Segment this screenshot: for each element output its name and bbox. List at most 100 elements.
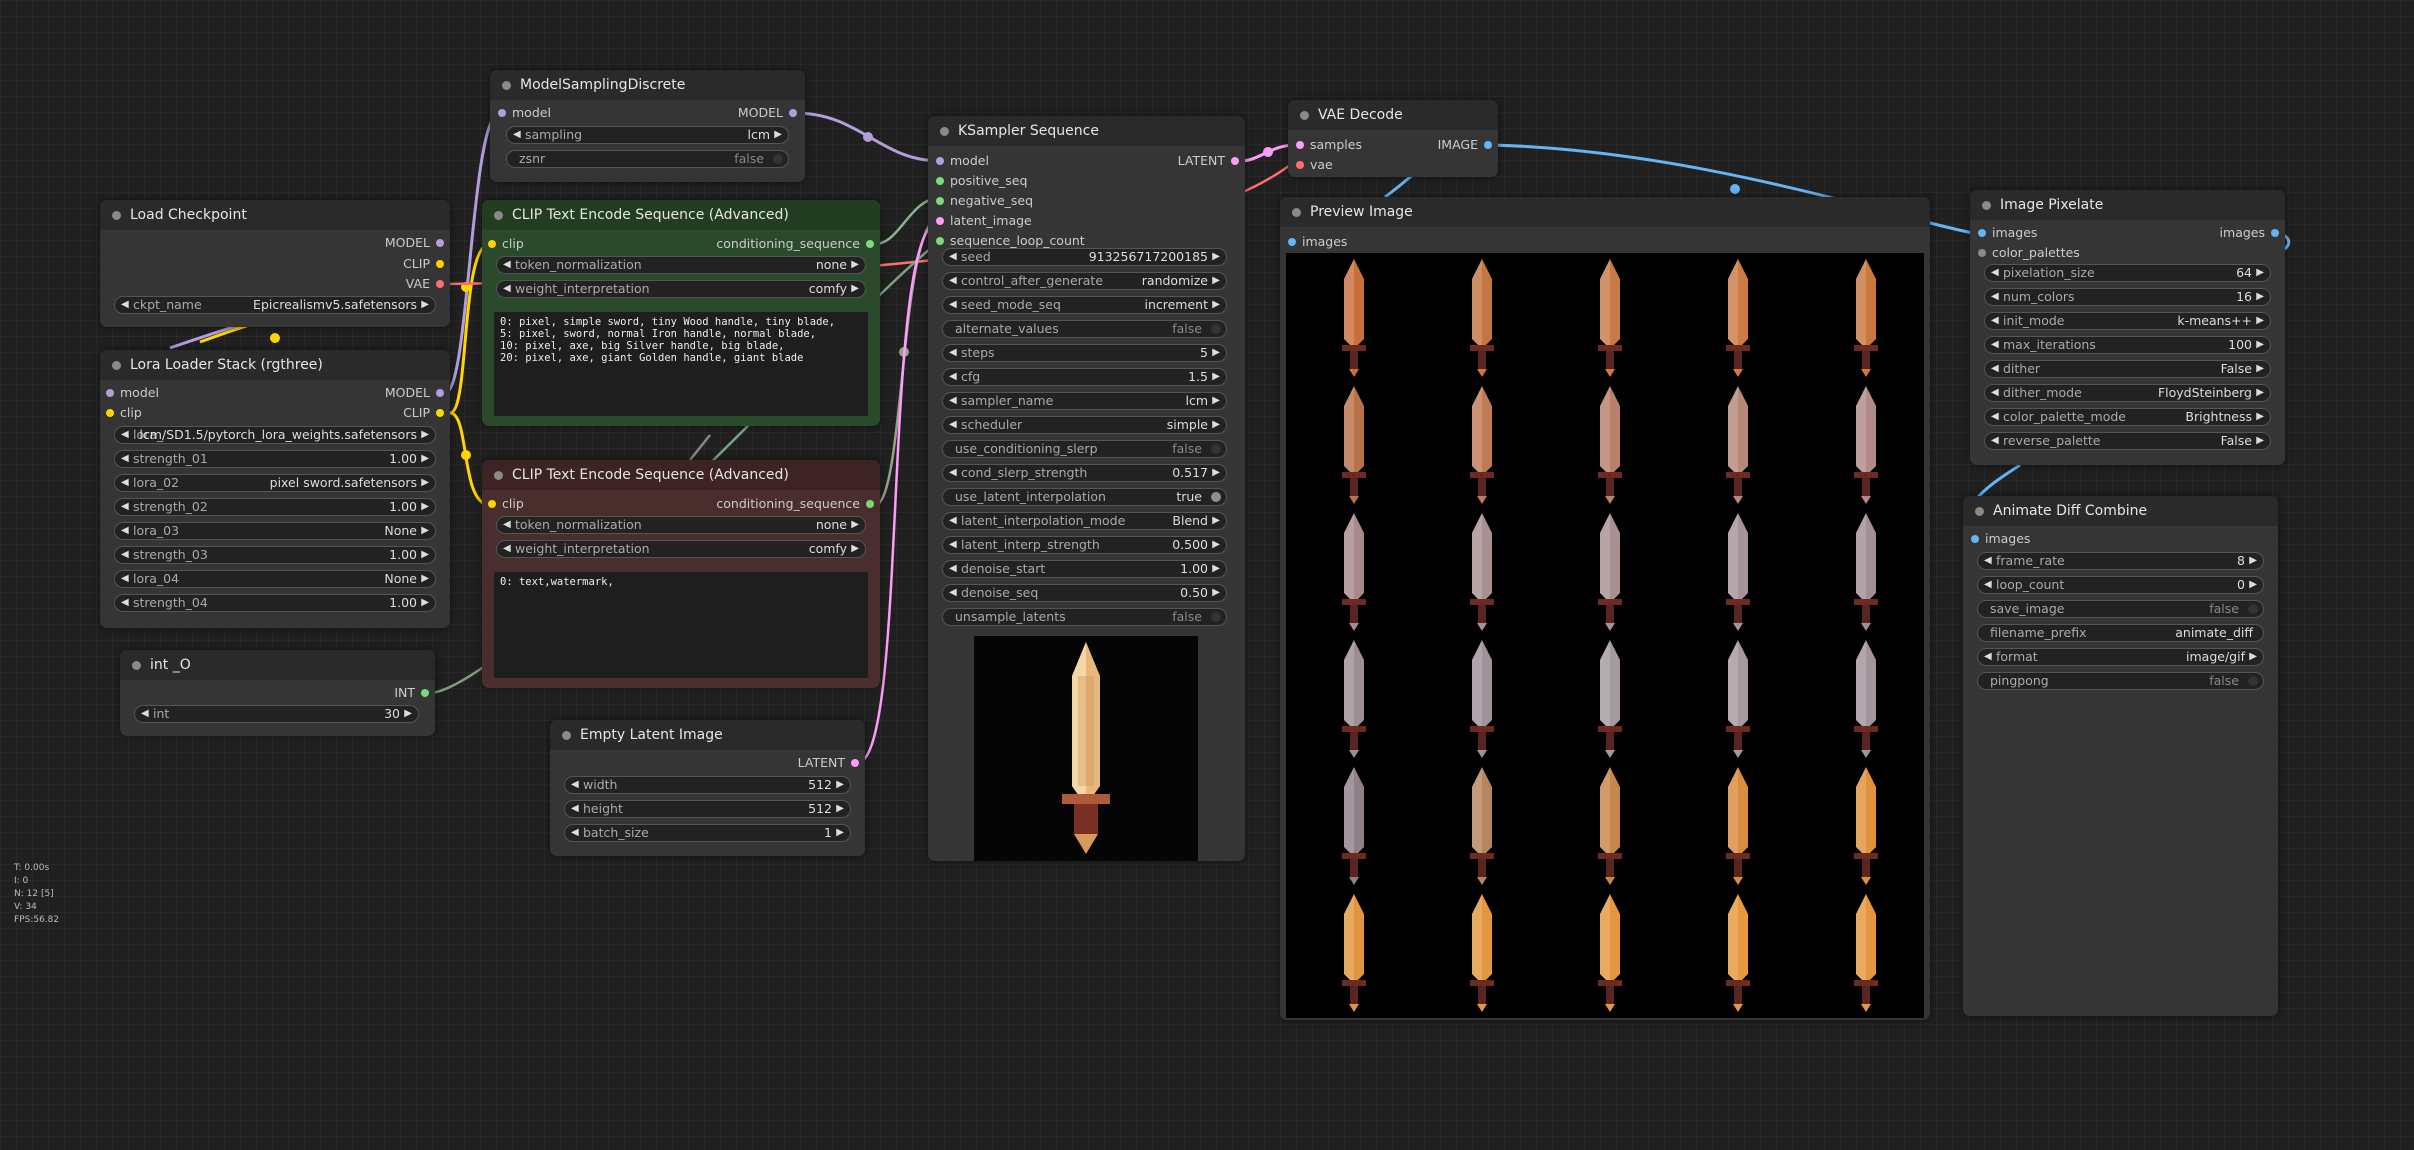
output-clip[interactable]: CLIP — [403, 404, 446, 422]
strength-02-number[interactable]: ◀ strength_02 1.00 ▶ — [114, 498, 436, 516]
input-model[interactable]: model — [496, 104, 551, 122]
max-iterations-widget[interactable]: ◀ max_iterations 100 ▶ — [1984, 336, 2271, 354]
pingpong-toggle[interactable]: pingpong false — [1977, 672, 2264, 690]
decrement-arrow-icon[interactable]: ◀ — [1984, 649, 1992, 665]
vae-decode-node[interactable]: VAE Decode samples vae IMAGE — [1288, 100, 1498, 177]
input-images[interactable]: images — [1976, 224, 2037, 242]
height-number[interactable]: ◀ height 512 ▶ — [564, 800, 851, 818]
output-model[interactable]: MODEL — [738, 104, 799, 122]
sword-thumbnail[interactable] — [1334, 384, 1374, 504]
decrement-arrow-icon[interactable]: ◀ — [949, 249, 957, 265]
sword-thumbnail[interactable] — [1846, 511, 1886, 631]
input-color-palettes[interactable]: color_palettes — [1976, 244, 2080, 262]
input-model[interactable]: model — [104, 384, 159, 402]
output-latent[interactable]: LATENT — [1178, 152, 1241, 170]
increment-arrow-icon[interactable]: ▶ — [2256, 433, 2264, 449]
increment-arrow-icon[interactable]: ▶ — [1212, 585, 1220, 601]
int-number[interactable]: ◀ int 30 ▶ — [134, 705, 419, 723]
lora-03-combo[interactable]: ◀ lora_03 None ▶ — [114, 522, 436, 540]
input-images[interactable]: images — [1286, 233, 1347, 251]
image-batch-grid[interactable] — [1286, 253, 1924, 1018]
decrement-arrow-icon[interactable]: ◀ — [949, 369, 957, 385]
sword-thumbnail[interactable] — [1718, 384, 1758, 504]
node-title[interactable]: Preview Image — [1280, 197, 1930, 227]
sword-thumbnail[interactable] — [1462, 511, 1502, 631]
increment-arrow-icon[interactable]: ▶ — [1212, 297, 1220, 313]
sword-thumbnail[interactable] — [1334, 257, 1374, 377]
sword-thumbnail[interactable] — [1718, 511, 1758, 631]
sword-thumbnail[interactable] — [1846, 765, 1886, 885]
decrement-arrow-icon[interactable]: ◀ — [949, 585, 957, 601]
decrement-arrow-icon[interactable]: ◀ — [1991, 313, 1999, 329]
alternate-values-toggle[interactable]: alternate_values false — [942, 320, 1227, 338]
steps-widget[interactable]: ◀ steps 5 ▶ — [942, 344, 1227, 362]
increment-arrow-icon[interactable]: ▶ — [2256, 385, 2264, 401]
prompt-textarea[interactable]: 0: pixel, simple sword, tiny Wood handle… — [494, 312, 868, 416]
sword-thumbnail[interactable] — [1846, 384, 1886, 504]
use-latent-interpolation-toggle[interactable]: use_latent_interpolation true — [942, 488, 1227, 506]
increment-arrow-icon[interactable]: ▶ — [1212, 345, 1220, 361]
sword-thumbnail[interactable] — [1718, 765, 1758, 885]
increment-arrow-icon[interactable]: ▶ — [1212, 369, 1220, 385]
sword-thumbnail[interactable] — [1718, 638, 1758, 758]
strength-01-number[interactable]: ◀ strength_01 1.00 ▶ — [114, 450, 436, 468]
lora-02-combo[interactable]: ◀ lora_02 pixel sword.safetensors ▶ — [114, 474, 436, 492]
input-images[interactable]: images — [1969, 530, 2030, 548]
sword-thumbnail[interactable] — [1462, 765, 1502, 885]
increment-arrow-icon[interactable]: ▶ — [2249, 577, 2257, 593]
decrement-arrow-icon[interactable]: ◀ — [1984, 577, 1992, 593]
sword-thumbnail[interactable] — [1334, 511, 1374, 631]
decrement-arrow-icon[interactable]: ◀ — [1991, 289, 1999, 305]
increment-arrow-icon[interactable]: ▶ — [2256, 409, 2264, 425]
lora-04-combo[interactable]: ◀ lora_04 None ▶ — [114, 570, 436, 588]
input-positive-seq[interactable]: positive_seq — [934, 172, 1027, 190]
sword-thumbnail[interactable] — [1590, 892, 1630, 1012]
latent-interpolation-mode-widget[interactable]: ◀ latent_interpolation_mode Blend ▶ — [942, 512, 1227, 530]
latent-interp-strength-widget[interactable]: ◀ latent_interp_strength 0.500 ▶ — [942, 536, 1227, 554]
decrement-arrow-icon[interactable]: ◀ — [1991, 361, 1999, 377]
token-normalization-combo[interactable]: ◀ token_normalization none ▶ — [496, 516, 866, 534]
save-image-toggle[interactable]: save_image false — [1977, 600, 2264, 618]
sword-thumbnail[interactable] — [1462, 638, 1502, 758]
sword-thumbnail[interactable] — [1846, 892, 1886, 1012]
output-model[interactable]: MODEL — [385, 234, 446, 252]
clip-text-encode-positive-node[interactable]: CLIP Text Encode Sequence (Advanced) cli… — [482, 200, 880, 426]
increment-arrow-icon[interactable]: ▶ — [1212, 273, 1220, 289]
decrement-arrow-icon[interactable]: ◀ — [1991, 433, 1999, 449]
dither-widget[interactable]: ◀ dither False ▶ — [1984, 360, 2271, 378]
sword-thumbnail[interactable] — [1334, 892, 1374, 1012]
increment-arrow-icon[interactable]: ▶ — [2249, 553, 2257, 569]
node-title[interactable]: KSampler Sequence — [928, 116, 1245, 146]
ksampler-sequence-node[interactable]: KSampler Sequence model positive_seq neg… — [928, 116, 1245, 861]
use-conditioning-slerp-toggle[interactable]: use_conditioning_slerp false — [942, 440, 1227, 458]
increment-arrow-icon[interactable]: ▶ — [1212, 465, 1220, 481]
node-title[interactable]: CLIP Text Encode Sequence (Advanced) — [482, 200, 880, 230]
node-title[interactable]: Lora Loader Stack (rgthree) — [100, 350, 450, 380]
output-model[interactable]: MODEL — [385, 384, 446, 402]
decrement-arrow-icon[interactable]: ◀ — [949, 561, 957, 577]
format-widget[interactable]: ◀ format image/gif ▶ — [1977, 648, 2264, 666]
increment-arrow-icon[interactable]: ▶ — [1212, 249, 1220, 265]
increment-arrow-icon[interactable]: ▶ — [1212, 417, 1220, 433]
decrement-arrow-icon[interactable]: ◀ — [949, 465, 957, 481]
node-title[interactable]: Load Checkpoint — [100, 200, 450, 230]
clip-text-encode-negative-node[interactable]: CLIP Text Encode Sequence (Advanced) cli… — [482, 460, 880, 688]
unsample-latents-toggle[interactable]: unsample_latents false — [942, 608, 1227, 626]
increment-arrow-icon[interactable]: ▶ — [2256, 265, 2264, 281]
sword-thumbnail[interactable] — [1462, 257, 1502, 377]
scheduler-widget[interactable]: ◀ scheduler simple ▶ — [942, 416, 1227, 434]
increment-arrow-icon[interactable]: ▶ — [2256, 361, 2264, 377]
sword-thumbnail[interactable] — [1590, 257, 1630, 377]
sword-thumbnail[interactable] — [1846, 257, 1886, 377]
sword-thumbnail[interactable] — [1590, 765, 1630, 885]
output-latent[interactable]: LATENT — [798, 754, 861, 772]
int-primitive-node[interactable]: int _O INT ◀ int 30 ▶ — [120, 650, 435, 736]
decrement-arrow-icon[interactable]: ◀ — [949, 417, 957, 433]
output-conditioning[interactable]: conditioning_sequence — [716, 495, 876, 513]
weight-interpretation-combo[interactable]: ◀ weight_interpretation comfy ▶ — [496, 280, 866, 298]
input-clip[interactable]: clip — [486, 495, 524, 513]
output-images[interactable]: images — [2220, 224, 2281, 242]
token-normalization-combo[interactable]: ◀ token_normalization none ▶ — [496, 256, 866, 274]
input-clip[interactable]: clip — [486, 235, 524, 253]
decrement-arrow-icon[interactable]: ◀ — [949, 513, 957, 529]
